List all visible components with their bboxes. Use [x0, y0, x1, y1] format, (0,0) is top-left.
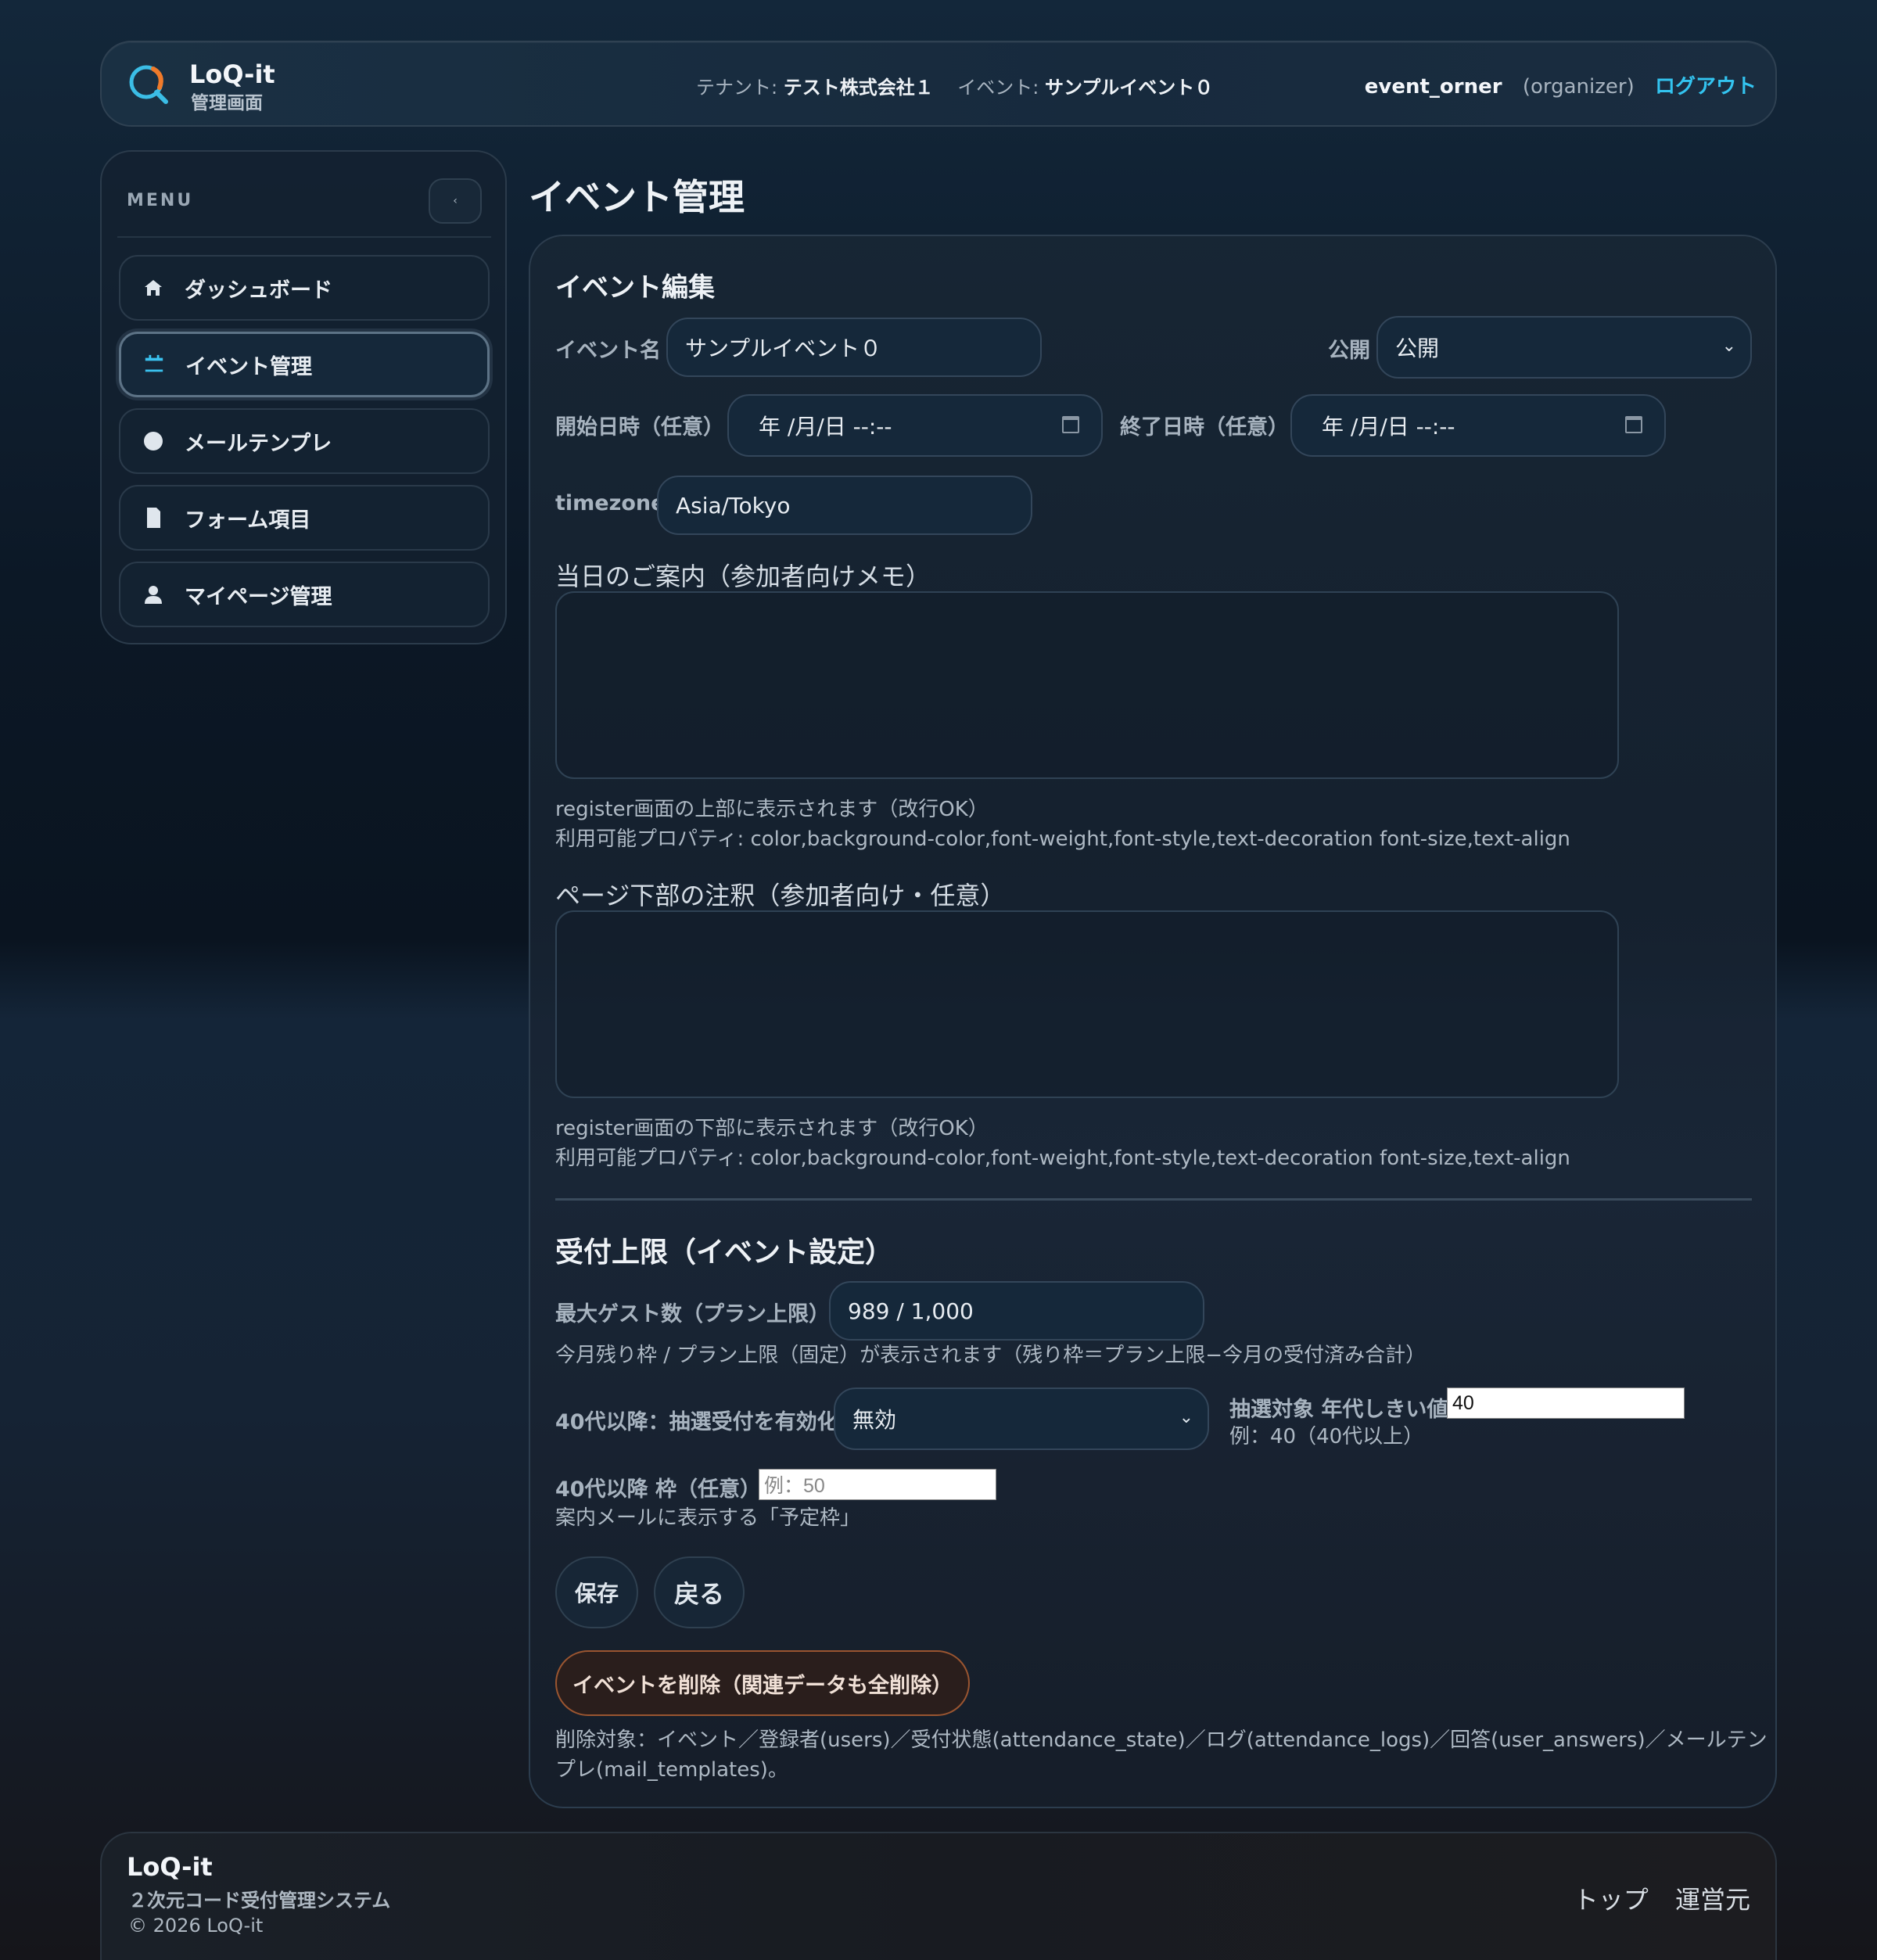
- calendar-icon[interactable]: [1625, 416, 1642, 433]
- quota-help: 案内メールに表示する「予定枠」: [555, 1506, 861, 1530]
- user-name: event_orner: [1364, 75, 1502, 99]
- guide-label: 当日のご案内（参加者向けメモ）: [555, 562, 931, 591]
- section-divider: [555, 1198, 1752, 1201]
- save-button[interactable]: 保存: [555, 1556, 638, 1628]
- quota-placeholder: 例：50: [764, 1475, 825, 1497]
- max-guests-value: 989 / 1,000: [848, 1298, 974, 1324]
- footer-note-help-1: register画面の下部に表示されます（改行OK）: [555, 1117, 989, 1140]
- footer-link-operator[interactable]: 運営元: [1675, 1885, 1750, 1915]
- event-value: サンプルイベント０: [1044, 77, 1214, 99]
- footer-link-top[interactable]: トップ: [1574, 1885, 1649, 1915]
- document-icon: [142, 507, 164, 529]
- footer-note-help-2: 利用可能プロパティ: color,background-color,font-w…: [555, 1147, 1570, 1170]
- quota-label: 40代以降 枠（任意）: [555, 1477, 761, 1502]
- context-info: テナント: テスト株式会社１ イベント: サンプルイベント０: [696, 72, 1213, 99]
- sidebar-item-label: ダッシュボード: [185, 278, 332, 303]
- sidebar-item-label: フォーム項目: [185, 508, 311, 533]
- max-guests-help: 今月残り枠 / プラン上限（固定）が表示されます（残り枠＝プラン上限−今月の受付…: [555, 1344, 1427, 1367]
- page-footer: LoQ-it ２次元コード受付管理システム © 2026 LoQ-it トップ …: [100, 1832, 1777, 1960]
- home-icon: [142, 277, 164, 299]
- footer-copyright: © 2026 LoQ-it: [128, 1915, 264, 1937]
- publish-value: 公開: [1395, 336, 1440, 361]
- sidebar-item-dashboard[interactable]: ダッシュボード: [119, 255, 490, 321]
- delete-help-2: プレ(mail_templates)。: [555, 1758, 788, 1782]
- sidebar-item-label: メールテンプレ: [185, 431, 332, 456]
- footer-title: LoQ-it: [127, 1852, 213, 1882]
- footer-subtitle: ２次元コード受付管理システム: [128, 1890, 391, 1912]
- event-edit-panel: イベント編集 イベント名 サンプルイベント０ 公開 公開 ⌄ 開始日時（任意） …: [529, 235, 1777, 1808]
- sidebar-item-mypage[interactable]: マイページ管理: [119, 562, 490, 627]
- delete-help-1: 削除対象：イベント／登録者(users)／受付状態(attendance_sta…: [555, 1728, 1768, 1752]
- guide-help-1: register画面の上部に表示されます（改行OK）: [555, 798, 989, 821]
- max-guests-label: 最大ゲスト数（プラン上限）: [555, 1302, 830, 1326]
- page-title: イベント管理: [529, 176, 745, 218]
- sidebar-collapse-button[interactable]: ‹: [429, 178, 482, 224]
- footer-note-textarea[interactable]: [555, 910, 1619, 1098]
- threshold-label: 抽選対象 年代しきい値: [1229, 1398, 1448, 1422]
- user-area: event_orner (organizer) ログアウト: [1365, 70, 1757, 99]
- limits-title: 受付上限（イベント設定）: [555, 1237, 894, 1269]
- sidebar-item-label: マイページ管理: [185, 584, 332, 609]
- guide-textarea[interactable]: [555, 591, 1619, 779]
- top-header: LoQ-it 管理画面 テナント: テスト株式会社１ イベント: サンプルイベン…: [100, 41, 1777, 127]
- footer-links: トップ 運営元: [1574, 1880, 1750, 1916]
- footer-note-label: ページ下部の注釈（参加者向け・任意）: [555, 881, 1006, 910]
- event-name-label: イベント名: [555, 339, 661, 363]
- lottery-select[interactable]: 無効 ⌄: [834, 1387, 1209, 1450]
- logo-icon: [129, 65, 168, 104]
- logout-link[interactable]: ログアウト: [1655, 75, 1757, 99]
- start-datetime-label: 開始日時（任意）: [555, 415, 724, 440]
- lottery-label: 40代以降：抽選受付を有効化: [555, 1410, 838, 1434]
- calendar-icon[interactable]: [1062, 416, 1079, 433]
- event-name-value: サンプルイベント０: [685, 336, 882, 361]
- chevron-down-icon: ⌄: [1721, 336, 1736, 356]
- circle-icon: [142, 430, 164, 452]
- chevron-down-icon: ⌄: [1179, 1408, 1193, 1427]
- back-button[interactable]: 戻る: [654, 1556, 745, 1628]
- quota-input[interactable]: 例：50: [759, 1469, 996, 1500]
- start-datetime-value: 年 /月/日 --:--: [759, 414, 892, 440]
- lottery-value: 無効: [852, 1407, 897, 1433]
- event-edit-title: イベント編集: [555, 272, 715, 303]
- threshold-help: 例：40（40代以上）: [1229, 1425, 1424, 1448]
- calendar-icon: [143, 354, 165, 375]
- timezone-input[interactable]: Asia/Tokyo: [657, 476, 1032, 535]
- tenant-label: テナント:: [696, 77, 778, 99]
- sidebar-item-label: イベント管理: [185, 354, 312, 379]
- tenant-value: テスト株式会社１: [783, 77, 934, 99]
- threshold-value: 40: [1452, 1391, 1474, 1414]
- timezone-label: timezone: [555, 491, 666, 515]
- sidebar-item-events[interactable]: イベント管理: [119, 332, 490, 397]
- end-datetime-value: 年 /月/日 --:--: [1322, 414, 1455, 440]
- end-datetime-label: 終了日時（任意）: [1120, 415, 1289, 440]
- app-subtitle: 管理画面: [191, 93, 263, 113]
- event-label: イベント:: [957, 77, 1039, 99]
- user-role: (organizer): [1522, 75, 1635, 99]
- guide-help-2: 利用可能プロパティ: color,background-color,font-w…: [555, 827, 1570, 851]
- sidebar-item-mail-templates[interactable]: メールテンプレ: [119, 408, 490, 474]
- timezone-value: Asia/Tokyo: [676, 492, 791, 519]
- threshold-input[interactable]: 40: [1447, 1387, 1685, 1419]
- delete-event-button[interactable]: イベントを削除（関連データも全削除）: [555, 1650, 970, 1716]
- user-icon: [142, 583, 164, 605]
- end-datetime-input[interactable]: 年 /月/日 --:--: [1290, 394, 1666, 457]
- sidebar: MENU ‹ ダッシュボード イベント管理 メールテンプレ フォーム項目 マイペ…: [100, 150, 507, 644]
- event-name-input[interactable]: サンプルイベント０: [666, 318, 1042, 377]
- publish-select[interactable]: 公開 ⌄: [1376, 316, 1752, 379]
- publish-label: 公開: [1328, 339, 1370, 363]
- menu-label: MENU: [127, 191, 194, 210]
- menu-divider: [117, 236, 491, 238]
- app-name[interactable]: LoQ-it: [189, 59, 275, 89]
- start-datetime-input[interactable]: 年 /月/日 --:--: [727, 394, 1103, 457]
- sidebar-item-form-fields[interactable]: フォーム項目: [119, 485, 490, 551]
- max-guests-input: 989 / 1,000: [829, 1281, 1204, 1341]
